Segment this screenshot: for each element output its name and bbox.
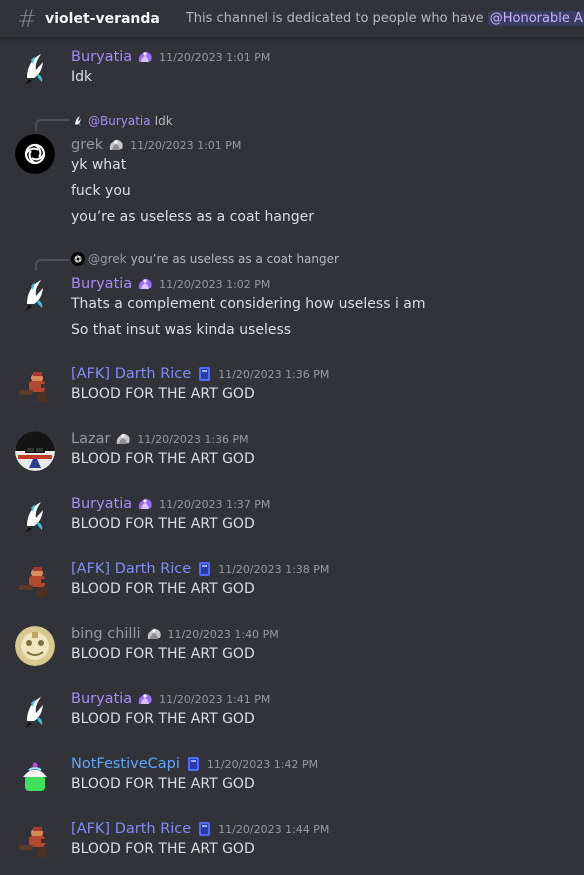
reply-mention[interactable]: @Buryatia bbox=[88, 114, 151, 128]
timestamp: 11/20/2023 1:02 PM bbox=[159, 277, 271, 291]
username[interactable]: Buryatia bbox=[71, 47, 132, 67]
message: [AFK] Darth Rice 11/20/2023 1:44 PM BLOO… bbox=[0, 819, 584, 869]
reply-preview[interactable]: @Buryatia Idk bbox=[71, 112, 173, 130]
reply-text: Idk bbox=[154, 114, 173, 128]
purple-badge-icon bbox=[136, 495, 154, 513]
timestamp: 11/20/2023 1:37 PM bbox=[159, 497, 271, 511]
timestamp: 11/20/2023 1:01 PM bbox=[130, 138, 242, 152]
message-text: yk what bbox=[71, 157, 127, 173]
username[interactable]: Buryatia bbox=[71, 274, 132, 294]
message: Lazar 11/20/2023 1:36 PM BLOOD FOR THE A… bbox=[0, 429, 584, 479]
timestamp: 11/20/2023 1:38 PM bbox=[218, 562, 330, 576]
grey-badge-icon bbox=[114, 430, 132, 448]
message-text: BLOOD FOR THE ART GOD bbox=[71, 516, 255, 532]
username[interactable]: [AFK] Darth Rice bbox=[71, 559, 191, 579]
bing-chilli-avatar[interactable] bbox=[15, 626, 55, 666]
message: bing chilli 11/20/2023 1:40 PM BLOOD FOR… bbox=[0, 624, 584, 674]
message: @Buryatia Idk grek 11/20/2023 1:01 PM yk… bbox=[0, 110, 584, 235]
notfestivecapi-avatar[interactable] bbox=[15, 756, 55, 796]
purple-badge-icon bbox=[136, 690, 154, 708]
username[interactable]: NotFestiveCapi bbox=[71, 754, 180, 774]
timestamp: 11/20/2023 1:44 PM bbox=[218, 822, 330, 836]
username[interactable]: Lazar bbox=[71, 429, 110, 449]
message-text: fuck you bbox=[71, 183, 131, 199]
message-text: BLOOD FOR THE ART GOD bbox=[71, 776, 255, 792]
message-text: BLOOD FOR THE ART GOD bbox=[71, 646, 255, 662]
grey-badge-icon bbox=[107, 136, 125, 154]
timestamp: 11/20/2023 1:36 PM bbox=[137, 432, 249, 446]
buryatia-avatar[interactable] bbox=[15, 48, 55, 88]
reply-mention[interactable]: @grek bbox=[88, 252, 127, 266]
message: Buryatia 11/20/2023 1:01 PM Idk bbox=[0, 45, 584, 95]
message-text: Idk bbox=[71, 69, 93, 85]
topic-text: This channel is dedicated to people who … bbox=[185, 11, 484, 26]
channel-topic[interactable]: This channel is dedicated to people who … bbox=[186, 11, 584, 26]
reply-spine bbox=[35, 119, 69, 131]
timestamp: 11/20/2023 1:40 PM bbox=[167, 627, 279, 641]
buryatia-avatar[interactable] bbox=[15, 274, 55, 314]
buryatia-avatar[interactable] bbox=[15, 496, 55, 536]
darth-rice-avatar[interactable] bbox=[15, 561, 55, 601]
darth-rice-avatar[interactable] bbox=[15, 366, 55, 406]
lazar-avatar[interactable] bbox=[15, 431, 55, 471]
username[interactable]: Buryatia bbox=[71, 494, 132, 514]
username[interactable]: Buryatia bbox=[71, 689, 132, 709]
username[interactable]: bing chilli bbox=[71, 624, 141, 644]
message: NotFestiveCapi 11/20/2023 1:42 PM BLOOD … bbox=[0, 754, 584, 804]
buryatia-avatar bbox=[71, 114, 85, 128]
reply-text: you’re as useless as a coat hanger bbox=[130, 252, 339, 266]
reply-preview[interactable]: @grek you’re as useless as a coat hanger bbox=[71, 250, 339, 268]
message: [AFK] Darth Rice 11/20/2023 1:36 PM BLOO… bbox=[0, 364, 584, 414]
timestamp: 11/20/2023 1:42 PM bbox=[206, 757, 319, 771]
darth-rice-avatar[interactable] bbox=[15, 821, 55, 861]
message: @grek you’re as useless as a coat hanger… bbox=[0, 250, 584, 345]
purple-badge-icon bbox=[136, 275, 154, 293]
username[interactable]: [AFK] Darth Rice bbox=[71, 364, 191, 384]
message-text: So that insut was kinda useless bbox=[71, 322, 292, 338]
timestamp: 11/20/2023 1:41 PM bbox=[159, 692, 271, 706]
username[interactable]: grek bbox=[71, 135, 103, 155]
username[interactable]: [AFK] Darth Rice bbox=[71, 819, 191, 839]
grek-avatar bbox=[71, 252, 85, 266]
message-text: BLOOD FOR THE ART GOD bbox=[71, 451, 255, 467]
message: Buryatia 11/20/2023 1:41 PM BLOOD FOR TH… bbox=[0, 689, 584, 739]
channel-name[interactable]: violet-veranda bbox=[45, 11, 160, 27]
reply-spine bbox=[35, 259, 69, 271]
timestamp: 11/20/2023 1:36 PM bbox=[218, 367, 330, 381]
buryatia-avatar[interactable] bbox=[15, 691, 55, 731]
message-text: BLOOD FOR THE ART GOD bbox=[71, 711, 255, 727]
message: [AFK] Darth Rice 11/20/2023 1:38 PM BLOO… bbox=[0, 559, 584, 609]
purple-badge-icon bbox=[136, 48, 154, 66]
message-text: you’re as useless as a coat hanger bbox=[71, 209, 315, 225]
message-text: Thats a complement considering how usele… bbox=[71, 296, 426, 312]
message-text: BLOOD FOR THE ART GOD bbox=[71, 841, 255, 857]
topic-role-mention[interactable]: @Honorable Artist bbox=[487, 11, 584, 26]
blue-badge-icon bbox=[195, 365, 213, 383]
blue-badge-icon bbox=[195, 560, 213, 578]
timestamp: 11/20/2023 1:01 PM bbox=[159, 50, 271, 64]
channel-header: # violet-veranda This channel is dedicat… bbox=[0, 0, 584, 38]
message-text: BLOOD FOR THE ART GOD bbox=[71, 386, 255, 402]
grek-avatar[interactable] bbox=[15, 134, 55, 174]
blue-badge-icon bbox=[184, 755, 202, 773]
message: Buryatia 11/20/2023 1:37 PM BLOOD FOR TH… bbox=[0, 494, 584, 544]
blue-badge-icon bbox=[195, 820, 213, 838]
grey-badge-icon bbox=[145, 625, 163, 643]
channel-hash-icon: # bbox=[17, 4, 38, 33]
message-text: BLOOD FOR THE ART GOD bbox=[71, 581, 255, 597]
